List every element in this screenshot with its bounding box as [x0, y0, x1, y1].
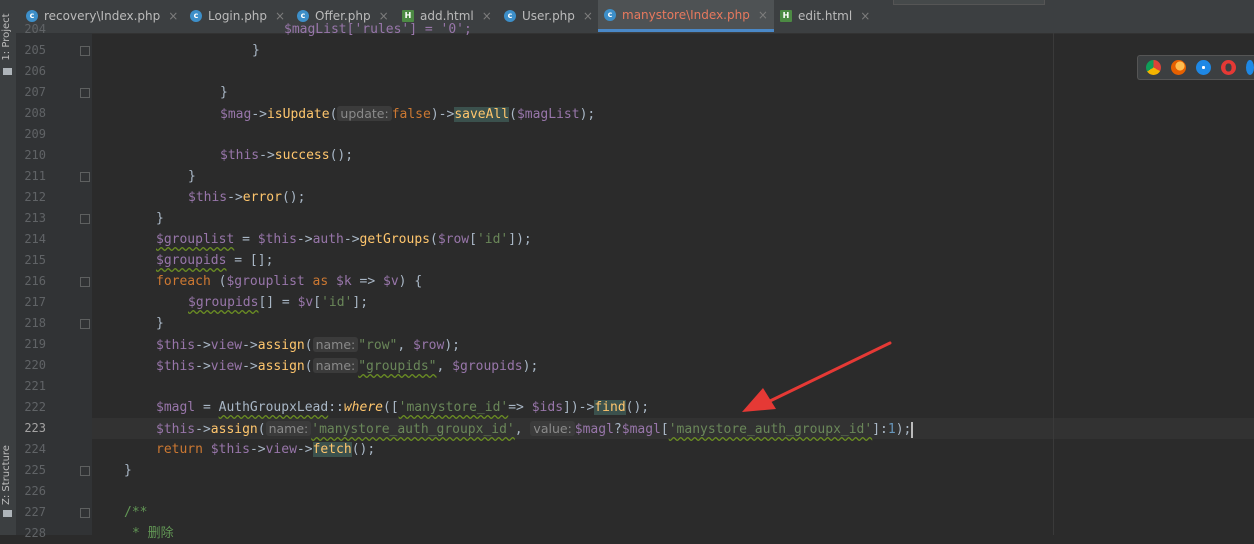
fold-marker-icon[interactable] — [80, 172, 90, 182]
editor-tab-bar: c recovery\Index.php × c Login.php × c O… — [16, 0, 1254, 34]
project-tool-window-button[interactable]: 1: Project — [1, 5, 15, 69]
chrome-icon[interactable] — [1146, 60, 1161, 75]
line-number: 207 — [24, 85, 46, 99]
line-number: 224 — [24, 442, 46, 456]
code-line-223: $this->assign(name:'manystore_auth_group… — [156, 421, 913, 438]
code-line-212: $this->error(); — [188, 190, 306, 205]
line-number: 221 — [24, 379, 46, 393]
code-line-228: * 删除 — [132, 526, 174, 541]
project-folder-icon[interactable] — [3, 68, 12, 75]
code-line-222: $magl = AuthGroupxLead::where(['manystor… — [156, 400, 650, 415]
fold-marker-icon[interactable] — [80, 319, 90, 329]
text-caret — [911, 421, 913, 438]
code-line-215: $groupids = []; — [156, 253, 274, 268]
line-number: 213 — [24, 211, 46, 225]
parameter-hint: value: — [530, 421, 575, 436]
line-number: 226 — [24, 484, 46, 498]
line-number: 204 — [24, 22, 46, 36]
line-number: 215 — [24, 253, 46, 267]
code-line-220: $this->view->assign(name: "groupids", $gr… — [156, 358, 539, 374]
top-right-panel-edge — [893, 0, 1045, 5]
tab-user[interactable]: c User.php × — [504, 0, 593, 32]
tab-edit-html[interactable]: H edit.html × — [780, 0, 870, 32]
tab-label: edit.html — [798, 9, 853, 23]
line-number: 222 — [24, 400, 46, 414]
line-number: 209 — [24, 127, 46, 141]
code-line-211: } — [188, 169, 196, 184]
tab-label: Login.php — [208, 9, 268, 23]
code-line-219: $this->view->assign(name: "row", $row); — [156, 337, 460, 353]
code-line-210: $this->success(); — [220, 148, 354, 163]
right-margin-guide — [1053, 33, 1054, 535]
fold-marker-icon[interactable] — [80, 88, 90, 98]
close-icon[interactable]: × — [482, 9, 492, 23]
parameter-hint: update: — [337, 106, 392, 121]
code-line-225: } — [124, 463, 132, 478]
close-icon[interactable]: × — [168, 9, 178, 23]
tab-manystore-index[interactable]: c manystore\Index.php × — [598, 0, 774, 32]
opera-icon[interactable] — [1221, 60, 1236, 75]
code-line-204: $magList['rules'] = '0'; — [284, 22, 472, 37]
code-line-205: } — [252, 43, 260, 58]
ie-icon[interactable] — [1246, 60, 1254, 75]
code-line-214: $grouplist = $this->auth->getGroups($row… — [156, 232, 532, 247]
php-class-icon: c — [504, 10, 516, 22]
line-number: 205 — [24, 43, 46, 57]
line-number: 217 — [24, 295, 46, 309]
fold-marker-icon[interactable] — [80, 46, 90, 56]
line-number: 211 — [24, 169, 46, 183]
fold-marker-icon[interactable] — [80, 508, 90, 518]
code-line-217: $groupids[] = $v['id']; — [188, 295, 369, 310]
code-line-213: } — [156, 211, 164, 226]
line-number-current: 223 — [24, 421, 46, 435]
safari-icon[interactable] — [1196, 60, 1211, 75]
line-number: 227 — [24, 505, 46, 519]
firefox-icon[interactable] — [1171, 60, 1186, 75]
code-editor[interactable]: $magList['rules'] = '0'; } } $mag->isUpd… — [92, 22, 1254, 541]
parameter-hint: name: — [312, 337, 359, 352]
close-icon[interactable]: × — [758, 8, 768, 22]
parameter-hint: name: — [312, 358, 359, 373]
fold-marker-icon[interactable] — [80, 214, 90, 224]
line-number: 228 — [24, 526, 46, 540]
fold-marker-icon[interactable] — [80, 466, 90, 476]
line-number: 219 — [24, 337, 46, 351]
parameter-hint: name: — [265, 421, 312, 436]
line-number: 206 — [24, 64, 46, 78]
line-number: 225 — [24, 463, 46, 477]
code-line-227: /** — [124, 505, 148, 520]
line-number: 210 — [24, 148, 46, 162]
line-number: 216 — [24, 274, 46, 288]
tab-login[interactable]: c Login.php × — [190, 0, 285, 32]
tab-label: recovery\Index.php — [44, 9, 161, 23]
code-line-207: } — [220, 85, 228, 100]
tab-label: manystore\Index.php — [622, 7, 750, 22]
html-file-icon: H — [780, 10, 792, 22]
fold-marker-icon[interactable] — [80, 277, 90, 287]
php-class-icon: c — [604, 8, 616, 21]
code-line-218: } — [156, 316, 164, 331]
line-number: 218 — [24, 316, 46, 330]
browser-preview-toolbar — [1137, 55, 1254, 80]
line-number: 212 — [24, 190, 46, 204]
close-icon[interactable]: × — [583, 9, 593, 23]
code-line-216: foreach ($grouplist as $k => $v) { — [156, 274, 423, 289]
code-line-208: $mag->isUpdate(update: false)->saveAll($m… — [220, 106, 596, 122]
php-class-icon: c — [190, 10, 202, 22]
line-number: 214 — [24, 232, 46, 246]
line-number: 220 — [24, 358, 46, 372]
tab-label: User.php — [522, 9, 575, 23]
structure-tool-window-button[interactable]: Z: Structure — [1, 443, 15, 507]
structure-icon[interactable] — [3, 510, 12, 517]
left-tool-strip: 1: Project Z: Structure — [0, 0, 17, 535]
tab-recovery-index[interactable]: c recovery\Index.php × — [26, 0, 178, 32]
close-icon[interactable]: × — [860, 9, 870, 23]
code-line-224: return $this->view->fetch(); — [156, 442, 376, 457]
line-number: 208 — [24, 106, 46, 120]
